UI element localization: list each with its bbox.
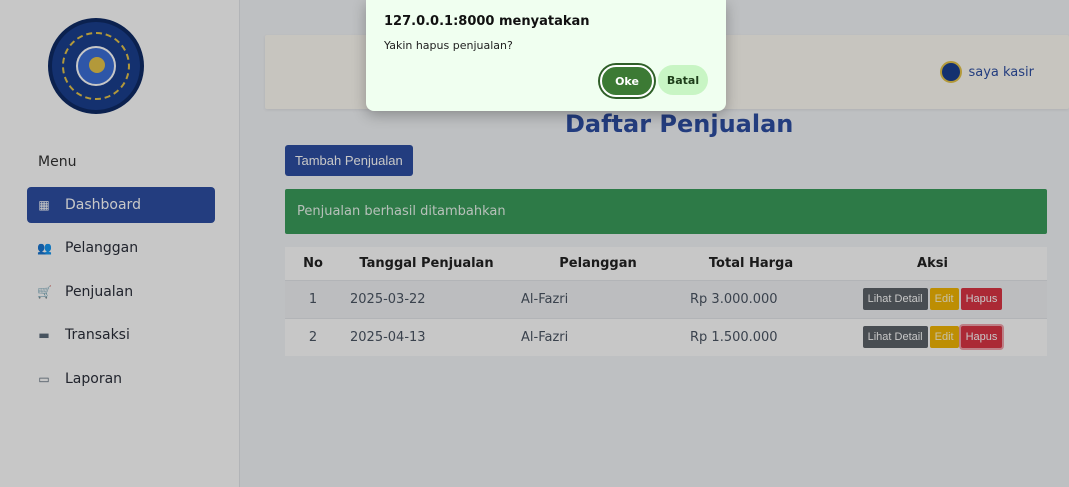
dialog-title: 127.0.0.1:8000 menyatakan — [384, 14, 590, 29]
dialog-message: Yakin hapus penjualan? — [384, 39, 513, 52]
ok-button[interactable]: Oke — [600, 65, 654, 97]
cancel-button[interactable]: Batal — [658, 65, 708, 95]
confirm-dialog: 127.0.0.1:8000 menyatakan Yakin hapus pe… — [366, 0, 726, 111]
